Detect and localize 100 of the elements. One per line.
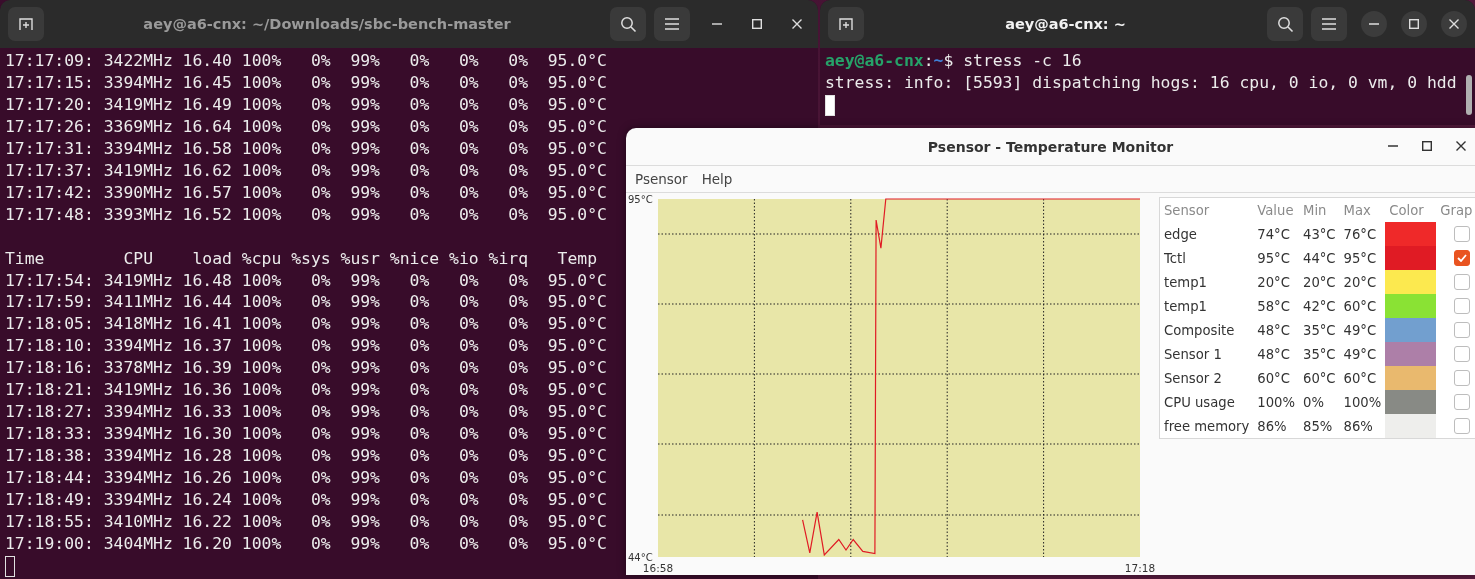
table-cell: 60°C — [1339, 366, 1386, 390]
close-button[interactable] — [1441, 11, 1467, 37]
terminal-line: Time CPU load %cpu %sys %usr %nice %io %irq Temp — [5, 247, 598, 270]
terminal-line: 17:17:48: 3393MHz 16.52 100% 0% 99% 0% 0% 0% 95.0°C — [5, 203, 607, 226]
search-button[interactable] — [610, 7, 646, 41]
maximize-button[interactable] — [1401, 11, 1427, 37]
checkbox[interactable] — [1454, 298, 1471, 314]
menu-button[interactable] — [1311, 7, 1347, 41]
text-cursor — [825, 94, 835, 116]
color-swatch[interactable] — [1385, 222, 1437, 246]
terminal-line: 17:18:10: 3394MHz 16.37 100% 0% 99% 0% 0% 0% 95.0°C — [5, 335, 607, 358]
column-header[interactable]: Grap — [1436, 198, 1475, 222]
terminal-line: 17:18:49: 3394MHz 16.24 100% 0% 99% 0% 0% 0% 95.0°C — [5, 489, 607, 511]
column-header[interactable]: Sensor — [1160, 198, 1254, 222]
table-cell-text: temp1 — [1163, 297, 1208, 316]
new-tab-button[interactable] — [8, 7, 44, 41]
scrollbar[interactable] — [1466, 75, 1472, 115]
minimize-icon — [1388, 145, 1398, 147]
table-cell-text: Sensor 1 — [1163, 345, 1223, 364]
check-icon — [1457, 254, 1468, 262]
terminal-line: 17:18:05: 3418MHz 16.41 100% 0% 99% 0% 0% 0% 95.0°C — [5, 313, 607, 336]
color-swatch[interactable] — [1385, 342, 1437, 366]
terminal-line: stress: info: [5593] dispatching hogs: 16 cpu, 0 io, 0 vm, 0 hdd — [825, 71, 1457, 94]
menu-item[interactable]: Help — [696, 169, 738, 189]
menu-item[interactable]: Psensor — [630, 169, 693, 189]
color-swatch[interactable] — [1385, 318, 1437, 342]
table-cell: 60°C — [1339, 294, 1386, 318]
table-cell-text: 95°C — [1256, 249, 1291, 268]
terminal-line: 17:18:33: 3394MHz 16.30 100% 0% 99% 0% 0% 0% 95.0°C — [5, 423, 607, 446]
table-cell-text: CPU usage — [1163, 393, 1236, 412]
color-swatch[interactable] — [1385, 390, 1437, 414]
column-header[interactable]: Min — [1299, 198, 1340, 222]
checkbox[interactable] — [1454, 322, 1471, 338]
table-cell-text: 35°C — [1302, 321, 1337, 340]
table-cell-text: 85% — [1302, 417, 1334, 436]
menu-button[interactable] — [654, 7, 690, 41]
color-swatch[interactable] — [1385, 414, 1437, 438]
checkbox[interactable] — [1454, 346, 1471, 362]
table-cell: 86% — [1339, 414, 1386, 438]
search-button[interactable] — [1267, 7, 1303, 41]
terminal-line: 17:18:16: 3378MHz 16.39 100% 0% 99% 0% 0% 0% 95.0°C — [5, 357, 607, 380]
close-icon — [792, 19, 802, 29]
menu-icon — [665, 18, 679, 30]
minimize-icon — [712, 23, 722, 25]
terminal-line: 17:17:20: 3419MHz 16.49 100% 0% 99% 0% 0% 0% 95.0°C — [5, 93, 607, 116]
terminal-line: 17:17:42: 3390MHz 16.57 100% 0% 99% 0% 0% 0% 95.0°C — [5, 181, 607, 204]
terminal-line: 17:18:44: 3394MHz 16.26 100% 0% 99% 0% 0% 0% 95.0°C — [5, 467, 607, 490]
maximize-icon — [752, 19, 762, 29]
terminal-line: 17:18:55: 3410MHz 16.22 100% 0% 99% 0% 0% 0% 95.0°C — [5, 511, 607, 533]
color-swatch[interactable] — [1385, 366, 1437, 390]
new-tab-button[interactable] — [828, 7, 864, 41]
table-cell: 76°C — [1339, 222, 1386, 246]
table-cell-text: free memory — [1163, 417, 1251, 436]
table-cell-text: 60°C — [1302, 369, 1337, 388]
checkbox[interactable] — [1454, 250, 1471, 266]
color-swatch[interactable] — [1385, 270, 1437, 294]
column-header[interactable]: Max — [1339, 198, 1386, 222]
table-cell-text: edge — [1163, 225, 1198, 244]
table-cell: 49°C — [1339, 318, 1386, 342]
checkbox[interactable] — [1454, 274, 1471, 290]
axis-label: 17:18 — [1124, 562, 1156, 574]
window-title: aey@a6-cnx: ~ — [1004, 16, 1127, 32]
terminal-line: 17:19:00: 3404MHz 16.20 100% 0% 99% 0% 0% 0% 95.0°C — [5, 532, 607, 555]
close-icon — [1456, 141, 1466, 151]
column-header[interactable]: Value — [1253, 198, 1299, 222]
table-cell-text: Composite — [1163, 321, 1236, 340]
terminal-line: 17:17:09: 3422MHz 16.40 100% 0% 99% 0% 0% 0% 95.0°C — [5, 50, 607, 72]
checkbox[interactable] — [1454, 370, 1471, 386]
table-cell: 20°C — [1339, 270, 1386, 294]
table-cell-text: temp1 — [1163, 273, 1208, 292]
terminal-line: 17:17:59: 3411MHz 16.44 100% 0% 99% 0% 0% 0% 95.0°C — [5, 291, 607, 314]
table-cell: 49°C — [1339, 342, 1386, 366]
new-tab-icon — [838, 16, 854, 32]
checkbox[interactable] — [1454, 394, 1471, 410]
maximize-icon — [1422, 141, 1432, 151]
color-swatch[interactable] — [1385, 246, 1437, 270]
axis-label: 16:58 — [642, 562, 674, 574]
column-header[interactable]: Color — [1385, 198, 1437, 222]
minimize-icon — [1369, 23, 1379, 25]
minimize-button[interactable] — [1361, 11, 1387, 37]
terminal-line: 17:17:15: 3394MHz 16.45 100% 0% 99% 0% 0% 0% 95.0°C — [5, 71, 607, 94]
window-title: Psensor - Temperature Monitor — [926, 138, 1175, 155]
table-cell-text: 43°C — [1302, 225, 1337, 244]
table-cell-text: 44°C — [1302, 249, 1337, 268]
color-swatch[interactable] — [1385, 294, 1437, 318]
menu-icon — [1322, 18, 1336, 30]
terminal-line: 17:17:31: 3394MHz 16.58 100% 0% 99% 0% 0% 0% 95.0°C — [5, 137, 607, 160]
terminal-line: 17:17:26: 3369MHz 16.64 100% 0% 99% 0% 0% 0% 95.0°C — [5, 115, 607, 138]
table-cell-text: 86% — [1256, 417, 1288, 436]
axis-label: 44°C — [628, 551, 653, 563]
terminal-line: 17:18:38: 3394MHz 16.28 100% 0% 99% 0% 0% 0% 95.0°C — [5, 445, 607, 468]
table-cell-text: 74°C — [1256, 225, 1291, 244]
terminal-line: 17:17:54: 3419MHz 16.48 100% 0% 99% 0% 0% 0% 95.0°C — [5, 269, 607, 292]
table-cell: 100% — [1339, 390, 1386, 414]
terminal-line: 17:18:21: 3419MHz 16.36 100% 0% 99% 0% 0% 0% 95.0°C — [5, 379, 607, 402]
checkbox[interactable] — [1454, 418, 1471, 434]
table-cell-text: 100% — [1256, 393, 1296, 412]
table-cell-text: 35°C — [1302, 345, 1337, 364]
table-cell-text: 42°C — [1302, 297, 1337, 316]
checkbox[interactable] — [1454, 226, 1471, 242]
